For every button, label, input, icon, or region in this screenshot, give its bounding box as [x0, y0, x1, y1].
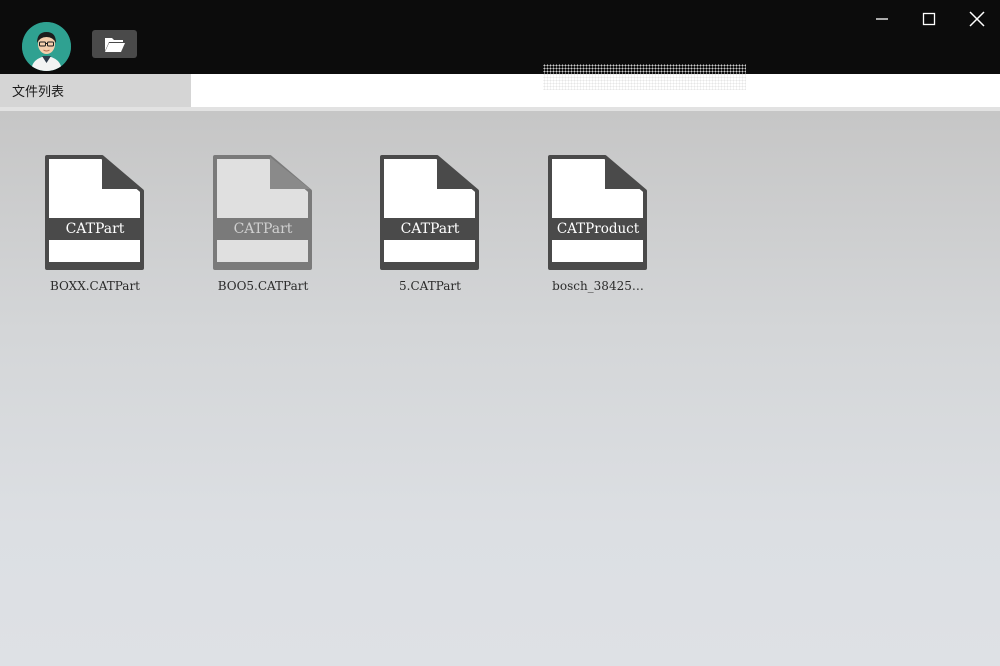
maximize-icon — [922, 12, 936, 26]
title-placeholder — [543, 64, 746, 90]
file-item[interactable]: CATPart BOXX.CATPart — [0, 155, 150, 305]
user-avatar[interactable] — [22, 22, 71, 71]
file-icon — [213, 155, 312, 270]
tab-file-list-label: 文件列表 — [12, 85, 65, 100]
app-window: 文件列表 CATPart BOXX.CATPart CATPart BOO5.C… — [0, 0, 1000, 666]
file-name: 5.CATPart — [399, 279, 461, 293]
user-avatar-icon — [22, 22, 71, 71]
file-type-label: CATPart — [400, 221, 460, 237]
file-name: BOXX.CATPart — [49, 279, 140, 293]
maximize-button[interactable] — [911, 4, 947, 34]
file-type-label: CATProduct — [556, 221, 640, 237]
title-bar — [0, 0, 1000, 74]
file-type-label: CATPart — [233, 221, 293, 237]
close-icon — [969, 11, 985, 27]
minimize-button[interactable] — [864, 4, 900, 34]
file-name: bosch_38425… — [552, 279, 644, 293]
file-name: BOO5.CATPart — [217, 279, 309, 293]
file-icon — [380, 155, 479, 270]
file-item[interactable]: CATProduct bosch_38425… — [503, 155, 653, 305]
file-grid: CATPart BOXX.CATPart CATPart BOO5.CATPar… — [0, 111, 1000, 666]
tab-bar: 文件列表 — [0, 64, 1000, 107]
file-type-label: CATPart — [65, 221, 125, 237]
file-item[interactable]: CATPart 5.CATPart — [335, 155, 485, 305]
minimize-icon — [876, 18, 888, 20]
file-icon — [45, 155, 144, 270]
close-button[interactable] — [959, 4, 995, 34]
file-item[interactable]: CATPart BOO5.CATPart — [168, 155, 318, 305]
tab-file-list[interactable]: 文件列表 — [0, 74, 191, 107]
open-folder-button[interactable] — [92, 30, 137, 58]
file-icon — [548, 155, 647, 270]
folder-open-icon — [104, 37, 125, 52]
